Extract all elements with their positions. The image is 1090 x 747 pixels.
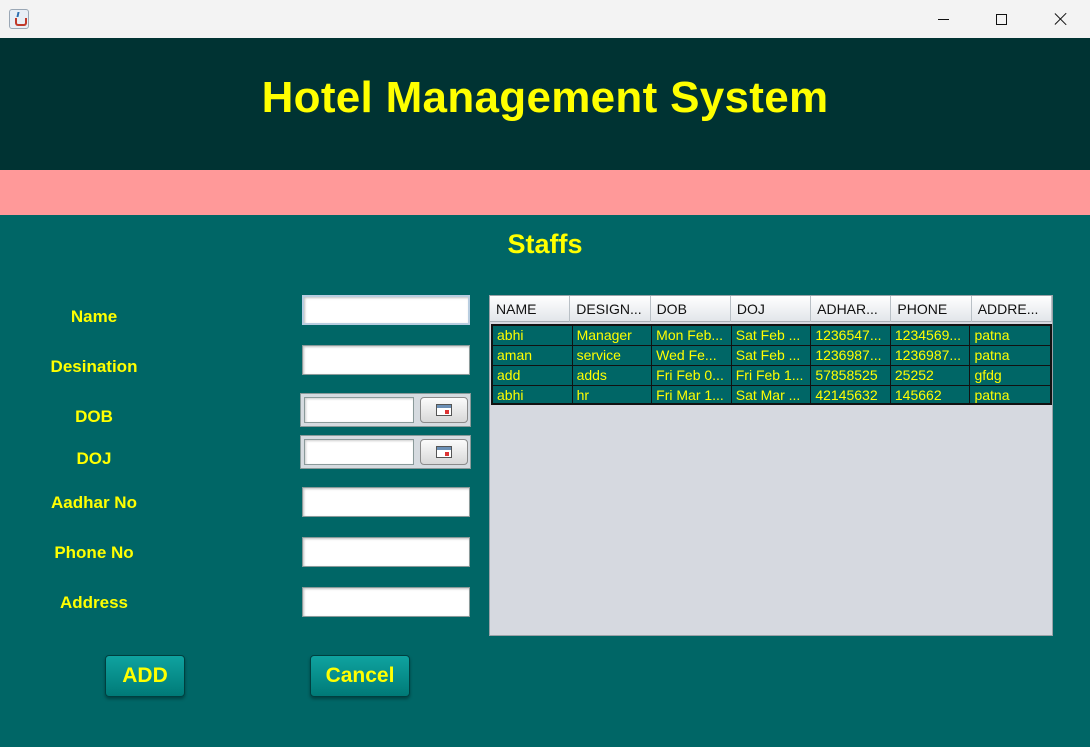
table-header: NAME DESIGN... DOB DOJ ADHAR... PHONE AD… (490, 296, 1052, 322)
table-cell[interactable]: patna (970, 326, 1050, 345)
name-input[interactable] (302, 295, 470, 325)
table-cell[interactable]: 1236987... (811, 346, 891, 365)
calendar-icon (436, 446, 452, 458)
table-row[interactable]: add adds Fri Feb 0... Fri Feb 1... 57858… (493, 366, 1050, 386)
section-title: Staffs (507, 229, 583, 259)
table-row[interactable]: abhi hr Fri Mar 1... Sat Mar ... 4214563… (493, 386, 1050, 406)
designation-label: Desination (50, 357, 138, 376)
table-cell[interactable]: Wed Fe... (652, 346, 732, 365)
dob-calendar-button[interactable] (420, 397, 468, 423)
table-cell[interactable]: abhi (493, 386, 573, 405)
table-cell[interactable]: gfdg (970, 366, 1050, 385)
table-cell[interactable]: Sat Mar ... (732, 386, 812, 405)
address-label: Address (59, 593, 129, 612)
doj-calendar-button[interactable] (420, 439, 468, 465)
table-cell[interactable]: Manager (573, 326, 653, 345)
doj-date-picker (300, 435, 471, 469)
table-cell[interactable]: 1234569... (891, 326, 971, 345)
table-cell[interactable]: abhi (493, 326, 573, 345)
table-cell[interactable]: patna (970, 386, 1050, 405)
close-icon (1054, 12, 1068, 26)
dob-date-picker (300, 393, 471, 427)
staff-panel: Staffs Name Desination DOB DOJ Aadhar No… (0, 215, 1090, 747)
table-cell[interactable]: 1236547... (811, 326, 891, 345)
app-title: Hotel Management System (261, 73, 829, 122)
staff-table[interactable]: NAME DESIGN... DOB DOJ ADHAR... PHONE AD… (489, 295, 1053, 636)
table-cell[interactable]: Fri Feb 0... (652, 366, 732, 385)
close-button[interactable] (1032, 0, 1090, 38)
aadhar-input[interactable] (302, 487, 470, 517)
table-cell[interactable]: aman (493, 346, 573, 365)
column-header-designation[interactable]: DESIGN... (570, 296, 651, 322)
window-titlebar[interactable] (0, 0, 1090, 38)
column-header-aadhar[interactable]: ADHAR... (811, 296, 892, 322)
aadhar-label: Aadhar No (51, 493, 137, 512)
add-button[interactable]: ADD (105, 655, 185, 697)
table-cell[interactable]: service (573, 346, 653, 365)
table-cell[interactable]: Sat Feb ... (732, 346, 812, 365)
table-cell[interactable]: add (493, 366, 573, 385)
table-cell[interactable]: 42145632 (811, 386, 891, 405)
minimize-button[interactable] (914, 0, 972, 38)
column-header-dob[interactable]: DOB (651, 296, 731, 322)
table-cell[interactable]: patna (970, 346, 1050, 365)
name-label: Name (70, 307, 118, 326)
table-cell[interactable]: Sat Feb ... (732, 326, 812, 345)
decorative-band (0, 170, 1090, 215)
java-app-icon (9, 9, 29, 29)
cancel-button[interactable]: Cancel (310, 655, 410, 697)
table-row[interactable]: abhi Manager Mon Feb... Sat Feb ... 1236… (493, 326, 1050, 346)
column-header-doj[interactable]: DOJ (731, 296, 812, 322)
table-cell[interactable]: 145662 (891, 386, 971, 405)
dob-label: DOB (75, 407, 113, 426)
table-cell[interactable]: hr (573, 386, 653, 405)
table-cell[interactable]: Fri Feb 1... (732, 366, 812, 385)
column-header-address[interactable]: ADDRE... (972, 296, 1052, 322)
table-cell[interactable]: Fri Mar 1... (652, 386, 732, 405)
table-cell[interactable]: 1236987... (891, 346, 971, 365)
calendar-icon (436, 404, 452, 416)
table-body: abhi Manager Mon Feb... Sat Feb ... 1236… (491, 324, 1052, 405)
column-header-phone[interactable]: PHONE (891, 296, 972, 322)
phone-input[interactable] (302, 537, 470, 567)
maximize-button[interactable] (972, 0, 1030, 38)
address-input[interactable] (302, 587, 470, 617)
app-header: Hotel Management System (0, 38, 1090, 170)
table-cell[interactable]: 25252 (891, 366, 971, 385)
doj-label: DOJ (76, 449, 112, 468)
minimize-icon (937, 18, 949, 20)
designation-input[interactable] (302, 345, 470, 375)
column-header-name[interactable]: NAME (490, 296, 571, 322)
table-cell[interactable]: 57858525 (811, 366, 891, 385)
dob-input[interactable] (304, 397, 414, 423)
table-cell[interactable]: Mon Feb... (652, 326, 732, 345)
table-cell[interactable]: adds (573, 366, 653, 385)
phone-label: Phone No (54, 543, 134, 562)
table-row[interactable]: aman service Wed Fe... Sat Feb ... 12369… (493, 346, 1050, 366)
maximize-icon (995, 13, 1007, 25)
doj-input[interactable] (304, 439, 414, 465)
